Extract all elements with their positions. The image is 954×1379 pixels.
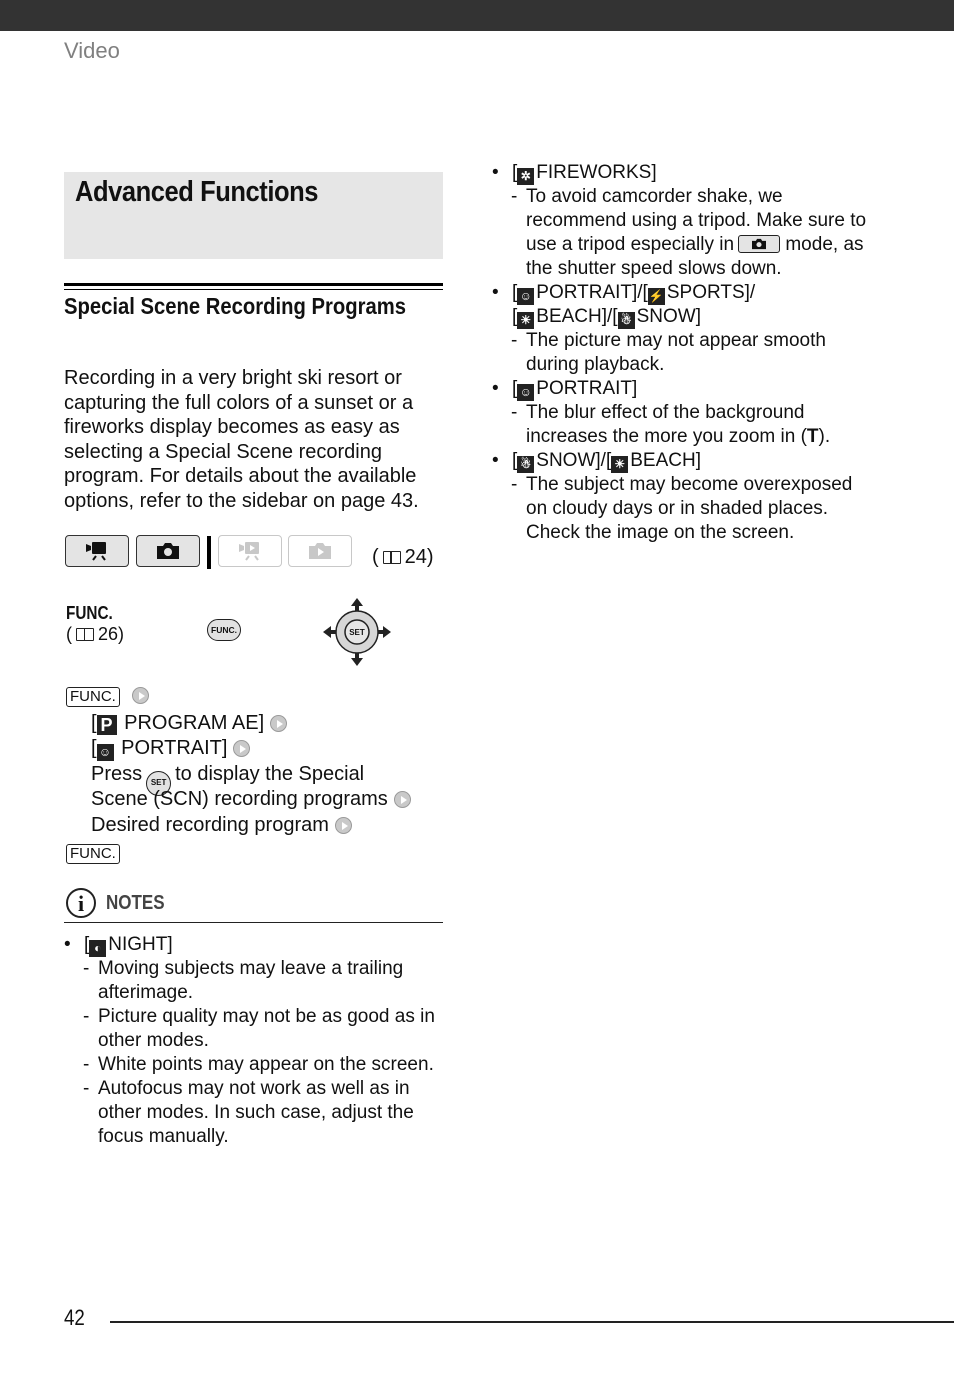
footer-rule	[110, 1321, 954, 1323]
next-arrow-icon	[131, 687, 149, 704]
next-arrow-icon	[233, 740, 251, 757]
note-item: Picture quality may not be as good as in…	[64, 1005, 449, 1053]
photo-record-icon	[157, 543, 179, 559]
page-title: Advanced Functions	[75, 176, 319, 208]
beach-icon: ☀	[517, 312, 535, 329]
note-snow-beach: [☃SNOW]/[☀BEACH]	[492, 449, 877, 473]
fireworks-icon: ✲	[517, 168, 535, 185]
book-icon	[382, 551, 401, 564]
note-portrait-sports-beach-snow: [☺PORTRAIT]/[⚡SPORTS]/[☀BEACH]/[☃SNOW]	[492, 281, 877, 329]
beach-icon: ☀	[611, 456, 629, 473]
note-portrait: [☺PORTRAIT]	[492, 377, 877, 401]
section-heading: Special Scene Recording Programs	[64, 293, 406, 319]
intro-paragraph: Recording in a very bright ski resort or…	[64, 367, 419, 512]
snow-icon: ☃	[617, 312, 635, 329]
note-night: [◐NIGHT]	[64, 933, 449, 957]
note-fireworks: [✲FIREWORKS]	[492, 161, 877, 185]
top-bar	[0, 0, 954, 31]
note-item: The subject may become overexposed on cl…	[492, 473, 877, 545]
movie-record-mode	[65, 535, 129, 567]
info-icon: i	[66, 888, 96, 918]
movie-playback-icon	[239, 542, 259, 561]
step-func-end: FUNC.	[66, 841, 120, 864]
portrait-icon: ☺	[517, 384, 535, 401]
func-tag: FUNC.	[66, 844, 120, 864]
book-icon	[76, 628, 94, 641]
page-number: 42	[64, 1305, 85, 1330]
notes-list-left: [◐NIGHT] Moving subjects may leave a tra…	[64, 933, 449, 1149]
portrait-icon: ☺	[96, 744, 114, 761]
func-label: FUNC.	[66, 603, 113, 623]
step-scn: Scene (SCN) recording programs	[91, 788, 411, 811]
photo-playback-icon	[309, 543, 331, 559]
mode-page-ref: (24)	[372, 546, 434, 568]
func-page-ref: (26)	[66, 624, 125, 644]
note-item: Autofocus may not work as well as in oth…	[64, 1077, 449, 1149]
tele-key: T	[806, 426, 819, 447]
step-portrait: [☺ PORTRAIT]	[91, 737, 251, 761]
sports-icon: ⚡	[647, 288, 665, 305]
night-icon: ◐	[89, 940, 107, 957]
divider-thin	[64, 289, 443, 290]
notes-header: i NOTES	[64, 886, 443, 923]
photo-mode-icon	[738, 235, 781, 253]
photo-playback-mode	[288, 535, 352, 567]
section-label: Video	[64, 38, 120, 63]
step-desired-program: Desired recording program	[91, 814, 352, 837]
step-program-ae: [P PROGRAM AE]	[91, 712, 288, 735]
movie-record-icon	[86, 542, 106, 561]
step-func: FUNC.	[66, 684, 149, 707]
note-item: To avoid camcorder shake, we recommend u…	[492, 185, 877, 281]
joystick-set-label: SET	[349, 628, 365, 637]
note-item: Moving subjects may leave a trailing aft…	[64, 957, 449, 1005]
joystick-icon: SET	[323, 598, 391, 666]
notes-list-right: [✲FIREWORKS] To avoid camcorder shake, w…	[492, 161, 877, 545]
program-ae-icon: P	[96, 715, 117, 735]
next-arrow-icon	[393, 791, 411, 808]
portrait-icon: ☺	[517, 288, 535, 305]
next-arrow-icon	[270, 715, 288, 732]
photo-record-mode	[136, 535, 200, 567]
snow-icon: ☃	[517, 456, 535, 473]
func-tag: FUNC.	[66, 687, 120, 707]
note-item: White points may appear on the screen.	[64, 1053, 449, 1077]
notes-title: NOTES	[106, 892, 165, 914]
movie-playback-mode	[218, 535, 282, 567]
title-box: Advanced Functions	[64, 172, 443, 259]
note-item: The blur effect of the background increa…	[492, 401, 877, 449]
mode-separator	[207, 536, 211, 569]
note-item: The picture may not appear smooth during…	[492, 329, 877, 377]
mode-indicator: (24)	[64, 535, 444, 571]
divider-thick	[64, 283, 443, 286]
func-button: FUNC.	[207, 619, 241, 641]
next-arrow-icon	[334, 817, 352, 834]
